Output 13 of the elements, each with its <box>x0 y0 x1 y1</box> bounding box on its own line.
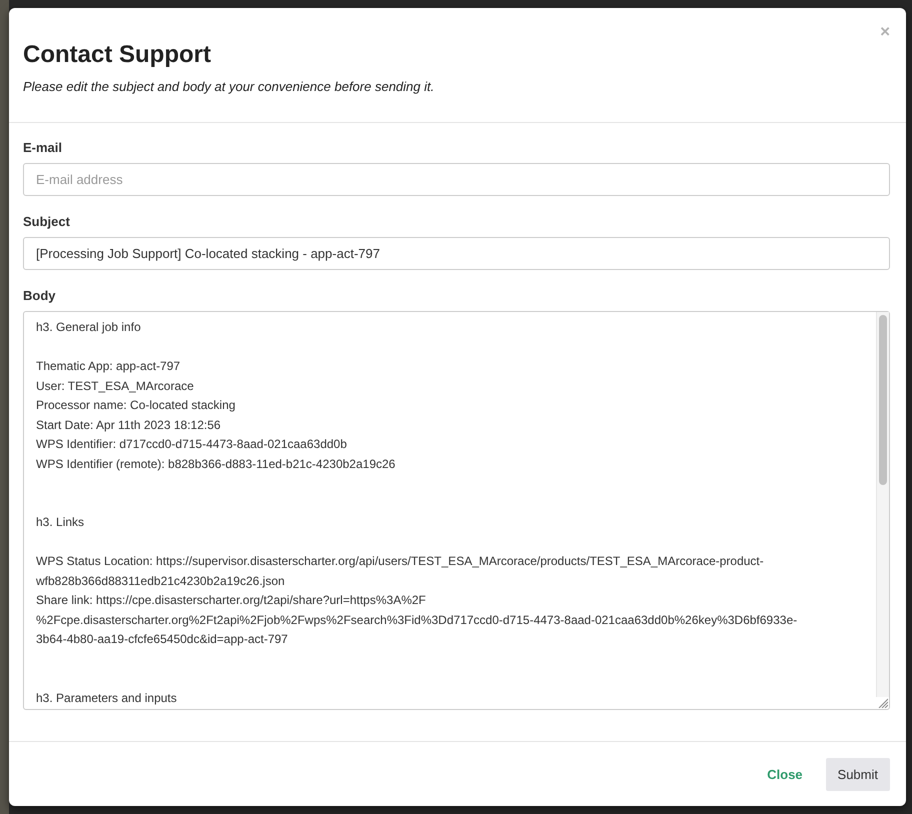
scrollbar-thumb[interactable] <box>879 315 887 485</box>
dialog-subtitle: Please edit the subject and body at your convenience before sending it. <box>23 78 434 96</box>
close-text-button[interactable]: Close <box>755 758 815 791</box>
submit-button[interactable]: Submit <box>826 758 890 791</box>
scrollbar-track[interactable] <box>876 312 889 697</box>
resize-handle-icon[interactable] <box>878 698 888 708</box>
input-field[interactable]: [Processing Job Support] Co-located stacking - app-act-797 <box>23 237 890 270</box>
field-label: E-mail <box>23 139 62 157</box>
input-field[interactable]: E-mail address <box>23 163 890 196</box>
field-label: Subject <box>23 213 70 231</box>
field-label: Body <box>23 287 56 305</box>
dialog-title: Contact Support <box>23 40 211 70</box>
textarea-field[interactable]: h3. General job info Thematic App: app-act-797 User: TEST_ESA_MArcorace Processor name: Co-located stacking Start Date: Apr 11th 2023 18:12:56 WPS Identifier: d717ccd0-d715-4473-8aad-021caa63dd0b WPS Identifier (remote): b828b366-d883-11ed-b21c-4230b2a19c26 h3. Links WPS Status Location: https://supervisor.disasterscharter.org/api/users/TEST_ESA_MArcorace/products/TEST_ESA_MArcorace-product- wfb828b366d88311edb21c4230b2a19c26.json Share link: https://cpe.disasterscharter.org/t2api/share?url=https%3A%2F %2Fcpe.disasterscharter.org%2Ft2api%2Fjob%2Fwps%2Fsearch%3Fid%3Dd717ccd0-d715-4473-8aad-021caa63dd0b%26key%3D6bf6933e- 3b64-4b80-aa19-cfcfe65450dc&id=app-act-797 h3. Parameters and inputs <box>23 311 890 710</box>
